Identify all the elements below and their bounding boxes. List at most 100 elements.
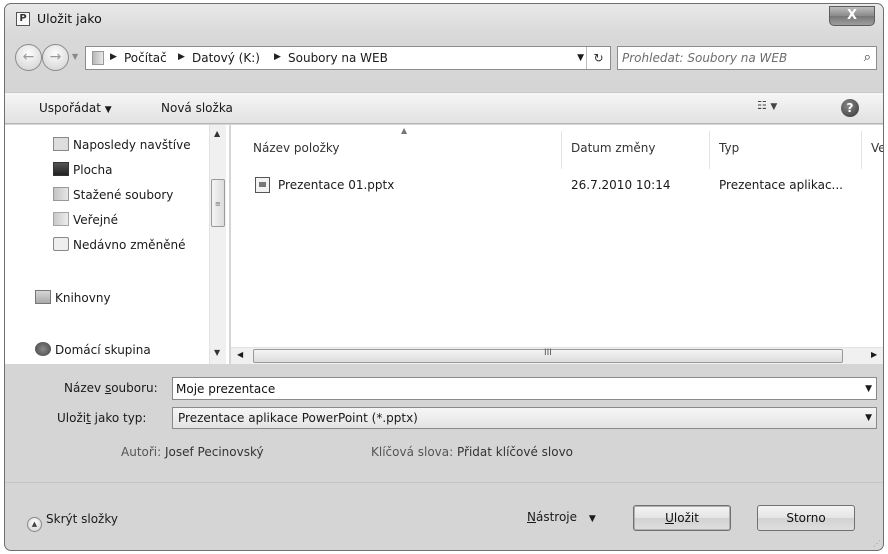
filename-input[interactable] xyxy=(176,380,846,398)
scrollbar-thumb[interactable]: III xyxy=(253,348,843,363)
powerpoint-app-icon: P xyxy=(16,12,30,26)
desktop-icon xyxy=(53,162,69,176)
arrow-left-icon: ← xyxy=(22,49,35,65)
address-bar[interactable]: ▶ Počítač ▶ Datový (K:) ▶ Soubory na WEB… xyxy=(85,46,611,70)
resize-grip-icon[interactable]: ⋰ xyxy=(873,539,881,548)
address-dropdown-icon[interactable]: ▼ xyxy=(577,53,584,63)
authors-value[interactable]: Josef Pecinovský xyxy=(165,445,264,459)
column-divider[interactable] xyxy=(561,131,562,169)
chevron-right-icon: ▶ xyxy=(274,52,281,62)
command-toolbar: Uspořádat ▼ Nová složka ☷ ▼ ? xyxy=(5,92,883,124)
nav-item-downloads[interactable]: Stažené soubory xyxy=(53,187,227,205)
title-bar[interactable]: P Uložit jako X xyxy=(5,4,883,34)
save-as-dialog: P Uložit jako X ← → ▼ ▶ Počítač ▶ Datový… xyxy=(4,3,884,551)
access-key: N xyxy=(527,510,536,524)
chevron-down-icon: ▼ xyxy=(588,514,596,524)
column-divider[interactable] xyxy=(861,131,862,169)
nav-vertical-scrollbar[interactable]: ▲ ≡ ▼ xyxy=(209,125,226,364)
navigation-row: ← → ▼ ▶ Počítač ▶ Datový (K:) ▶ Soubory … xyxy=(15,44,877,72)
column-header-date[interactable]: Datum změny xyxy=(571,141,656,155)
view-list-icon: ☷ xyxy=(757,99,767,112)
file-type-select[interactable]: Prezentace aplikace PowerPoint (*.pptx) … xyxy=(172,407,877,429)
window-title: Uložit jako xyxy=(37,11,102,26)
cancel-button[interactable]: Storno xyxy=(757,505,855,531)
scroll-up-arrow-icon[interactable]: ▲ xyxy=(214,129,220,138)
nav-item-recent-places[interactable]: Naposledy navštíve xyxy=(53,137,227,155)
file-list-pane: ▲ Název položky Datum změny Typ Ve Preze… xyxy=(231,125,883,364)
libraries-icon xyxy=(35,290,51,304)
filename-combo[interactable]: ▼ xyxy=(172,377,877,400)
folder-icon xyxy=(92,51,104,65)
nav-item-recently-changed[interactable]: Nedávno změněné xyxy=(53,237,227,255)
search-input[interactable] xyxy=(622,49,850,67)
nav-item-label: Veřejné xyxy=(73,213,119,227)
scrollbar-thumb[interactable]: ≡ xyxy=(211,179,225,227)
refresh-icon: ↻ xyxy=(593,51,604,65)
nav-item-label: Knihovny xyxy=(55,291,111,305)
nav-item-label: Stažené soubory xyxy=(73,188,174,202)
file-type-value: Prezentace aplikace PowerPoint (*.pptx) xyxy=(178,411,418,425)
new-folder-button[interactable]: Nová složka xyxy=(161,101,233,115)
grip-label: III xyxy=(544,348,552,358)
nav-item-libraries[interactable]: Knihovny xyxy=(35,290,209,308)
label-text: Uloži xyxy=(57,411,87,425)
file-date: 26.7.2010 10:14 xyxy=(571,178,671,192)
scroll-down-arrow-icon[interactable]: ▼ xyxy=(214,348,220,357)
nav-item-label: Domácí skupina xyxy=(55,343,151,357)
search-icon[interactable]: ⌕ xyxy=(864,50,871,65)
back-button[interactable]: ← xyxy=(15,44,42,71)
arrow-right-icon: → xyxy=(49,49,62,65)
chevron-down-icon: ▼ xyxy=(104,105,112,115)
authors-field[interactable]: Autoři: Josef Pecinovský xyxy=(121,445,264,459)
keywords-field[interactable]: Klíčová slova: Přidat klíčové slovo xyxy=(371,445,573,459)
forward-button[interactable]: → xyxy=(42,44,69,71)
file-name: Prezentace 01.pptx xyxy=(278,178,395,192)
label-text: ouboru: xyxy=(111,381,158,395)
help-button[interactable]: ? xyxy=(841,99,859,117)
recently-changed-icon xyxy=(53,237,69,251)
hide-folders-label: Skrýt složky xyxy=(46,512,118,526)
column-divider[interactable] xyxy=(709,131,710,169)
column-header-size[interactable]: Ve xyxy=(871,141,883,155)
hide-folders-button[interactable]: ▲ Skrýt složky xyxy=(27,512,118,532)
organize-menu-button[interactable]: Uspořádat ▼ xyxy=(39,101,112,115)
recent-locations-dropdown[interactable]: ▼ xyxy=(72,52,78,61)
breadcrumb-drive[interactable]: Datový (K:) xyxy=(192,51,260,65)
access-key: U xyxy=(665,511,674,525)
change-view-button[interactable]: ☷ ▼ xyxy=(757,99,777,112)
breadcrumb-folder[interactable]: Soubory na WEB xyxy=(288,51,388,65)
scroll-left-arrow-icon[interactable]: ◀ xyxy=(237,350,243,359)
breadcrumb-computer[interactable]: Počítač xyxy=(124,51,167,65)
nav-item-desktop[interactable]: Plocha xyxy=(53,162,227,180)
refresh-button[interactable]: ↻ xyxy=(586,47,610,69)
tools-label: ástroje xyxy=(535,510,578,524)
column-header-name[interactable]: Název položky xyxy=(253,141,339,155)
save-button[interactable]: Uložit xyxy=(633,505,731,531)
keywords-value[interactable]: Přidat klíčové slovo xyxy=(457,445,573,459)
scroll-right-arrow-icon[interactable]: ▶ xyxy=(871,350,877,359)
grip-icon: ≡ xyxy=(215,200,221,208)
label-text: jako typ: xyxy=(90,411,147,425)
keywords-label: Klíčová slova: xyxy=(371,445,454,459)
file-type-label: Uložit jako typ: xyxy=(57,411,146,425)
chevron-down-icon: ▼ xyxy=(865,413,872,423)
downloads-folder-icon xyxy=(53,187,69,201)
chevron-right-icon: ▶ xyxy=(110,52,117,62)
chevron-down-icon[interactable]: ▼ xyxy=(865,384,872,394)
divider xyxy=(5,482,883,483)
nav-item-public[interactable]: Veřejné xyxy=(53,212,227,230)
file-type: Prezentace aplikac... xyxy=(719,178,843,192)
nav-item-homegroup[interactable]: Domácí skupina xyxy=(35,342,209,360)
file-row[interactable]: Prezentace 01.pptx 26.7.2010 10:14 Preze… xyxy=(251,175,881,195)
collapse-up-icon: ▲ xyxy=(27,517,42,532)
tools-menu-button[interactable]: Nástroje ▼ xyxy=(527,510,596,524)
close-button[interactable]: X xyxy=(829,6,875,26)
chevron-right-icon: ▶ xyxy=(178,52,185,62)
label-text: Název xyxy=(64,381,105,395)
organize-label: Uspořádat xyxy=(39,101,101,115)
nav-item-label: Naposledy navštíve xyxy=(73,138,191,152)
sort-ascending-icon: ▲ xyxy=(401,126,408,135)
search-box[interactable]: ⌕ xyxy=(617,46,877,70)
column-header-type[interactable]: Typ xyxy=(719,141,739,155)
files-horizontal-scrollbar[interactable]: ◀ III ▶ xyxy=(231,347,883,364)
